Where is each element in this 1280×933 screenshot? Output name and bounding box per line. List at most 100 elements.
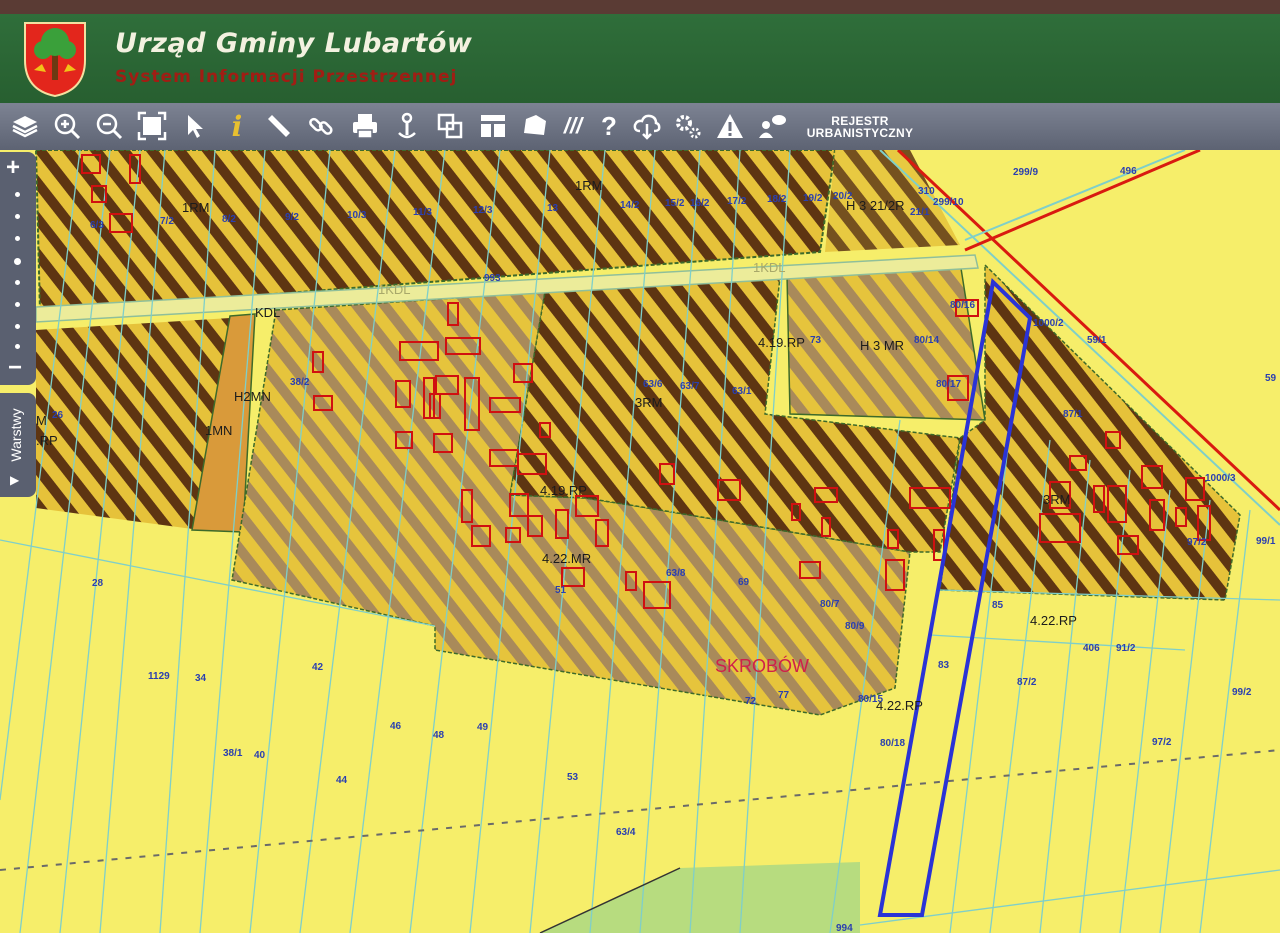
parcel-label: 80/7 — [820, 599, 840, 610]
parcel-label: 1129 — [148, 671, 170, 682]
zoom-out-icon[interactable] — [92, 109, 126, 143]
parcel-label: 19/2 — [803, 193, 823, 204]
rejestr-label-line2: URBANISTYCZNY — [806, 126, 914, 140]
parcel-label: 13 — [547, 203, 559, 214]
parcel-label: 80/9 — [845, 621, 865, 632]
app-header: Urząd Gminy Lubartów System Informacji P… — [0, 14, 1280, 103]
zoom-level-dot[interactable] — [15, 280, 20, 285]
select-arrow-icon[interactable] — [178, 109, 212, 143]
zone-label: 1RM — [575, 178, 602, 193]
app-subtitle: System Informacji Przestrzennej — [115, 67, 458, 87]
parcel-label: 51 — [555, 585, 567, 596]
info-icon[interactable]: i — [220, 109, 254, 143]
hatch-icon[interactable]: /// — [556, 109, 590, 143]
parcel-label: 87/2 — [1017, 677, 1037, 688]
parcel-label: 48 — [433, 730, 445, 741]
parcel-label: 28 — [92, 578, 104, 589]
parcel-label: 59/1 — [1087, 335, 1107, 346]
zoom-level-dot[interactable] — [15, 192, 20, 197]
parcel-label: 73 — [810, 335, 822, 346]
zoom-in-button[interactable]: + — [6, 156, 20, 180]
parcel-label: 1000/3 — [1205, 473, 1236, 484]
cloud-download-icon[interactable] — [630, 109, 664, 143]
zoom-control: + − — [0, 152, 36, 385]
layers-icon[interactable] — [8, 109, 42, 143]
zone-label: 4.22.RP — [876, 698, 923, 713]
parcel-label: 80/18 — [880, 738, 905, 749]
parcel-label: 99/2 — [1232, 687, 1252, 698]
layout-icon[interactable] — [476, 109, 510, 143]
parcel-label: 12/3 — [473, 205, 493, 216]
rejestr-urbanistyczny-button[interactable]: REJESTR URBANISTYCZNY — [800, 115, 920, 139]
parcel-label: 299/9 — [1013, 167, 1038, 178]
zone-label: 4.19.RP — [758, 335, 805, 350]
parcel-label: 21/1 — [910, 207, 930, 218]
expand-arrow-icon: ▶ — [10, 473, 20, 487]
print-icon[interactable] — [348, 109, 382, 143]
parcel-label: 97/2 — [1187, 537, 1207, 548]
warning-icon[interactable] — [713, 109, 747, 143]
map-svg[interactable]: 1RM 1RM H 3 21/2R KDL 1KDL 1KDL H2MN 1MN… — [0, 150, 1280, 933]
zoom-level-dot[interactable] — [15, 324, 20, 329]
parcel-label: 6/3 — [90, 220, 104, 231]
copy-icon[interactable] — [433, 109, 467, 143]
parcel-label: 299/10 — [933, 197, 964, 208]
parcel-label: 63/4 — [616, 827, 636, 838]
parcel-label: 63/6 — [643, 379, 663, 390]
parcel-label: 496 — [1120, 166, 1137, 177]
area-icon[interactable] — [518, 109, 552, 143]
parcel-label: 77 — [778, 690, 790, 701]
settings-icon[interactable] — [671, 109, 705, 143]
settlement-label: SKROBÓW — [715, 655, 809, 676]
parcel-label: 42 — [312, 662, 324, 673]
parcel-label: 20/2 — [833, 191, 853, 202]
parcel-label: 44 — [336, 775, 348, 786]
parcel-label: 34 — [195, 673, 207, 684]
parcel-label: 14/2 — [620, 200, 640, 211]
layers-panel-tab[interactable]: Warstwy ▶ — [0, 393, 36, 497]
zoom-in-icon[interactable] — [50, 109, 84, 143]
zoom-slider-handle[interactable] — [14, 258, 21, 265]
parcel-label: 26 — [52, 410, 64, 421]
map-toolbar: i /// ? REJESTR URBANISTYCZNY — [0, 103, 1280, 151]
parcel-label: 99/1 — [1256, 536, 1276, 547]
parcel-label: 10/3 — [347, 210, 367, 221]
parcel-label: 40 — [254, 750, 266, 761]
parcel-label: 53 — [567, 772, 579, 783]
parcel-label: 85 — [992, 600, 1004, 611]
zoom-level-dot[interactable] — [15, 302, 20, 307]
zoom-extent-icon[interactable] — [135, 109, 169, 143]
parcel-label: 993 — [484, 273, 501, 284]
zoom-out-button[interactable]: − — [8, 356, 22, 380]
user-comment-icon[interactable] — [755, 109, 789, 143]
parcel-label: 46 — [390, 721, 402, 732]
app-title: Urząd Gminy Lubartów — [115, 28, 473, 59]
zoom-level-dot[interactable] — [15, 214, 20, 219]
coat-of-arms-logo — [24, 22, 86, 98]
parcel-label: 17/2 — [727, 196, 747, 207]
zone-label: .RP — [36, 433, 58, 448]
zoom-level-dot[interactable] — [15, 236, 20, 241]
zone-label: 1MN — [205, 423, 232, 438]
zone-label: 4.22.MR — [542, 551, 591, 566]
parcel-label: 97/2 — [1152, 737, 1172, 748]
pin-icon[interactable] — [390, 109, 424, 143]
layers-tab-label: Warstwy — [8, 408, 24, 462]
link-icon[interactable] — [304, 109, 338, 143]
parcel-label: 83 — [938, 660, 950, 671]
map-canvas[interactable]: 1RM 1RM H 3 21/2R KDL 1KDL 1KDL H2MN 1MN… — [0, 150, 1280, 933]
parcel-label: 63/8 — [666, 568, 686, 579]
help-icon[interactable]: ? — [592, 109, 626, 143]
measure-icon[interactable] — [262, 109, 296, 143]
zone-label: H 3 21/2R — [846, 198, 905, 213]
parcel-label: 1000/2 — [1033, 318, 1064, 329]
parcel-label: 63/1 — [732, 386, 752, 397]
zone-label: 1KDL — [378, 282, 411, 297]
zoom-level-dot[interactable] — [15, 344, 20, 349]
zone-label: KDL — [255, 305, 280, 320]
parcel-label: 9/2 — [285, 212, 299, 223]
parcel-label: 49 — [477, 722, 489, 733]
zone-label: 4.22.RP — [1030, 613, 1077, 628]
parcel-label: 72 — [745, 696, 757, 707]
parcel-label: 7/2 — [160, 216, 174, 227]
